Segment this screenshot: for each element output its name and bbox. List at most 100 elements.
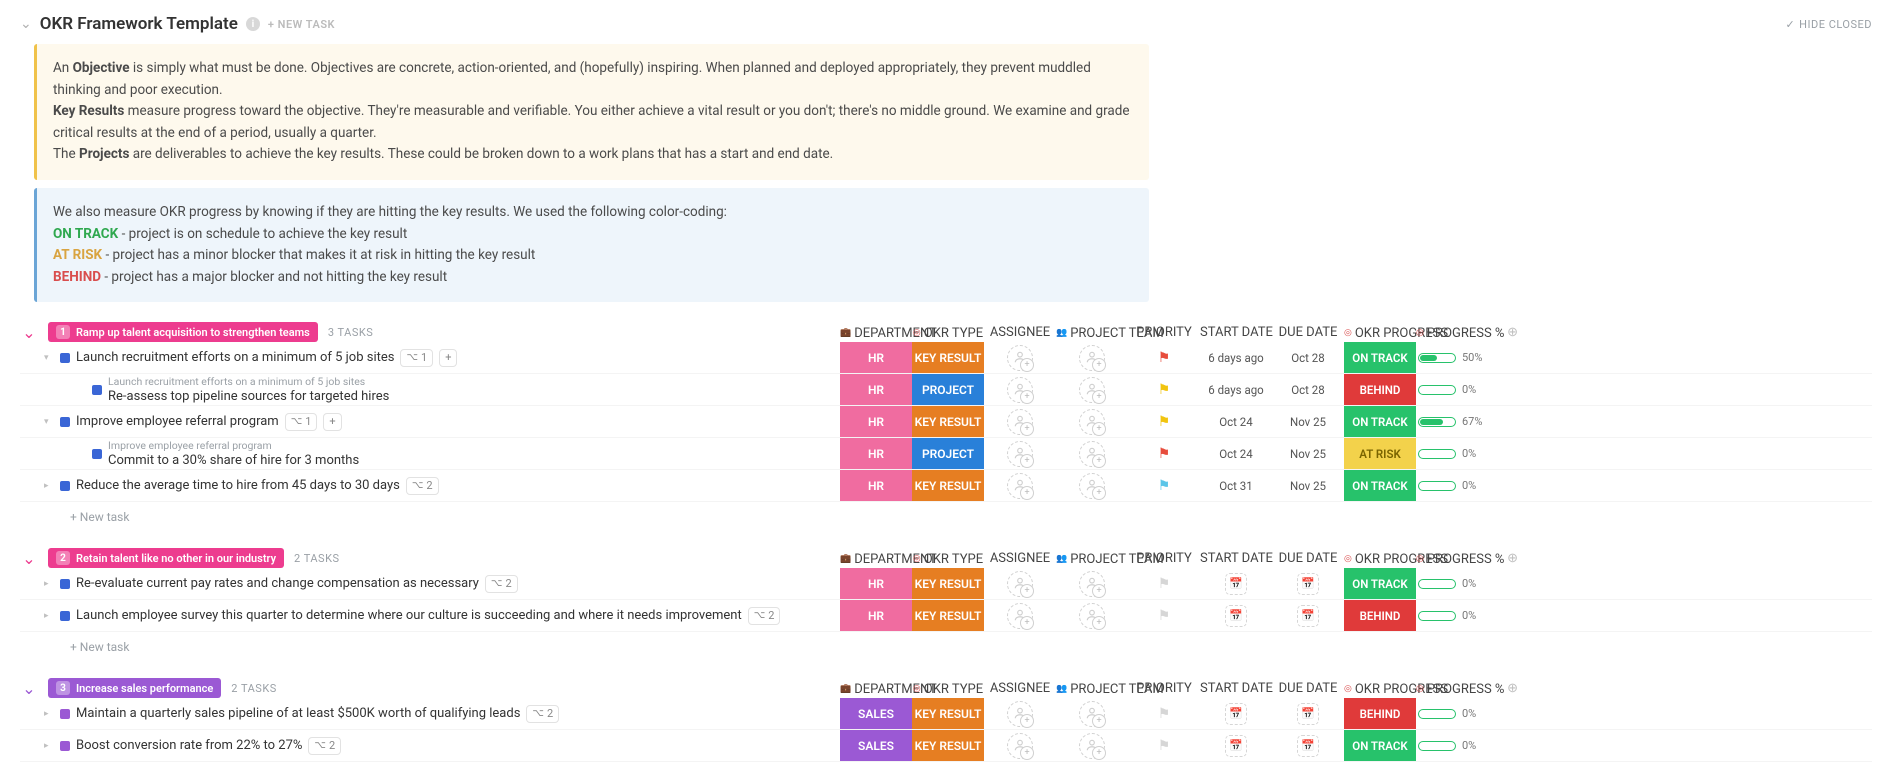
team-placeholder[interactable] (1079, 441, 1105, 467)
status-square[interactable] (60, 353, 70, 363)
okr-progress-tag[interactable]: AT RISK (1344, 438, 1416, 469)
okr-type-tag[interactable]: PROJECT (912, 374, 984, 405)
priority-flag-icon[interactable]: ⚑ (1158, 446, 1171, 462)
okr-type-tag[interactable]: KEY RESULT (912, 600, 984, 631)
objective-pill[interactable]: 1 Ramp up talent acquisition to strength… (48, 322, 318, 342)
priority-flag-icon[interactable]: ⚑ (1158, 382, 1171, 398)
new-task-button[interactable]: + New task (20, 632, 1872, 658)
department-tag[interactable]: HR (840, 600, 912, 631)
date-value[interactable]: Oct 28 (1291, 383, 1324, 397)
add-subtask-button[interactable]: + (323, 413, 341, 431)
date-placeholder-icon[interactable]: 📅 (1297, 573, 1319, 595)
subtask-count-button[interactable]: ⌥2 (526, 705, 559, 723)
new-task-button[interactable]: + New task (20, 502, 1872, 528)
priority-flag-icon[interactable]: ⚑ (1158, 576, 1171, 592)
caret-icon[interactable]: ▾ (44, 353, 54, 363)
date-placeholder-icon[interactable]: 📅 (1225, 735, 1247, 757)
date-value[interactable]: Oct 24 (1219, 447, 1252, 461)
add-column-button[interactable]: ⊕ (1488, 551, 1518, 566)
caret-icon[interactable]: ▾ (44, 417, 54, 427)
date-placeholder-icon[interactable]: 📅 (1297, 605, 1319, 627)
objective-pill[interactable]: 3 Increase sales performance (48, 678, 221, 698)
date-value[interactable]: Oct 24 (1219, 415, 1252, 429)
progress-pct[interactable]: 0% (1416, 479, 1488, 492)
progress-pct[interactable]: 50% (1416, 351, 1488, 364)
assignee-placeholder[interactable] (1007, 733, 1033, 759)
team-placeholder[interactable] (1079, 473, 1105, 499)
okr-type-tag[interactable]: KEY RESULT (912, 342, 984, 373)
assignee-placeholder[interactable] (1007, 377, 1033, 403)
progress-pct[interactable]: 0% (1416, 447, 1488, 460)
status-square[interactable] (60, 709, 70, 719)
status-square[interactable] (60, 481, 70, 491)
subtask-count-button[interactable]: ⌥1 (285, 413, 318, 431)
task-title[interactable]: Re-evaluate current pay rates and change… (76, 576, 479, 591)
subtask-count-button[interactable]: ⌥1 (400, 349, 433, 367)
date-placeholder-icon[interactable]: 📅 (1297, 703, 1319, 725)
date-value[interactable]: Nov 25 (1290, 479, 1326, 493)
caret-icon[interactable]: ▸ (44, 481, 54, 491)
department-tag[interactable]: HR (840, 568, 912, 599)
date-placeholder-icon[interactable]: 📅 (1225, 573, 1247, 595)
priority-flag-icon[interactable]: ⚑ (1158, 414, 1171, 430)
assignee-placeholder[interactable] (1007, 345, 1033, 371)
task-title[interactable]: Launch recruitment efforts on a minimum … (76, 350, 394, 365)
okr-progress-tag[interactable]: ON TRACK (1344, 568, 1416, 599)
okr-type-tag[interactable]: KEY RESULT (912, 470, 984, 501)
okr-progress-tag[interactable]: ON TRACK (1344, 406, 1416, 437)
date-placeholder-icon[interactable]: 📅 (1297, 735, 1319, 757)
progress-pct[interactable]: 0% (1416, 383, 1488, 396)
okr-progress-tag[interactable]: BEHIND (1344, 600, 1416, 631)
okr-type-tag[interactable]: PROJECT (912, 438, 984, 469)
team-placeholder[interactable] (1079, 701, 1105, 727)
priority-flag-icon[interactable]: ⚑ (1158, 478, 1171, 494)
progress-pct[interactable]: 0% (1416, 609, 1488, 622)
priority-flag-icon[interactable]: ⚑ (1158, 350, 1171, 366)
date-placeholder-icon[interactable]: 📅 (1225, 703, 1247, 725)
okr-type-tag[interactable]: KEY RESULT (912, 406, 984, 437)
assignee-placeholder[interactable] (1007, 441, 1033, 467)
date-value[interactable]: 6 days ago (1208, 383, 1263, 397)
date-value[interactable]: Nov 25 (1290, 415, 1326, 429)
subtask-count-button[interactable]: ⌥2 (485, 575, 518, 593)
assignee-placeholder[interactable] (1007, 409, 1033, 435)
task-title[interactable]: Improve employee referral program (76, 414, 279, 429)
okr-type-tag[interactable]: KEY RESULT (912, 730, 984, 761)
caret-icon[interactable]: ▸ (44, 741, 54, 751)
progress-pct[interactable]: 67% (1416, 415, 1488, 428)
status-square[interactable] (60, 579, 70, 589)
okr-type-tag[interactable]: KEY RESULT (912, 568, 984, 599)
group-toggle-icon[interactable]: ⌄ (20, 549, 38, 568)
team-placeholder[interactable] (1079, 571, 1105, 597)
department-tag[interactable]: SALES (840, 698, 912, 729)
subtask-count-button[interactable]: ⌥2 (406, 477, 439, 495)
caret-icon[interactable]: ▸ (44, 579, 54, 589)
team-placeholder[interactable] (1079, 409, 1105, 435)
subtask-count-button[interactable]: ⌥2 (748, 607, 781, 625)
task-title[interactable]: Commit to a 30% share of hire for 3 mont… (108, 453, 359, 468)
status-square[interactable] (92, 385, 102, 395)
team-placeholder[interactable] (1079, 345, 1105, 371)
collapse-icon[interactable]: ⌄ (20, 16, 32, 32)
priority-flag-icon[interactable]: ⚑ (1158, 706, 1171, 722)
team-placeholder[interactable] (1079, 733, 1105, 759)
progress-pct[interactable]: 0% (1416, 739, 1488, 752)
date-value[interactable]: Oct 31 (1219, 479, 1252, 493)
date-placeholder-icon[interactable]: 📅 (1225, 605, 1247, 627)
department-tag[interactable]: HR (840, 342, 912, 373)
okr-progress-tag[interactable]: BEHIND (1344, 698, 1416, 729)
okr-progress-tag[interactable]: ON TRACK (1344, 342, 1416, 373)
objective-pill[interactable]: 2 Retain talent like no other in our ind… (48, 548, 284, 568)
add-column-button[interactable]: ⊕ (1488, 681, 1518, 696)
subtask-count-button[interactable]: ⌥2 (308, 737, 341, 755)
okr-progress-tag[interactable]: ON TRACK (1344, 470, 1416, 501)
add-subtask-button[interactable]: + (439, 349, 457, 367)
date-value[interactable]: Nov 25 (1290, 447, 1326, 461)
info-icon[interactable]: i (246, 17, 260, 31)
task-title[interactable]: Reduce the average time to hire from 45 … (76, 478, 400, 493)
team-placeholder[interactable] (1079, 603, 1105, 629)
priority-flag-icon[interactable]: ⚑ (1158, 738, 1171, 754)
okr-type-tag[interactable]: KEY RESULT (912, 698, 984, 729)
task-title[interactable]: Launch employee survey this quarter to d… (76, 608, 742, 623)
hide-closed-button[interactable]: ✓ HIDE CLOSED (1785, 18, 1872, 31)
